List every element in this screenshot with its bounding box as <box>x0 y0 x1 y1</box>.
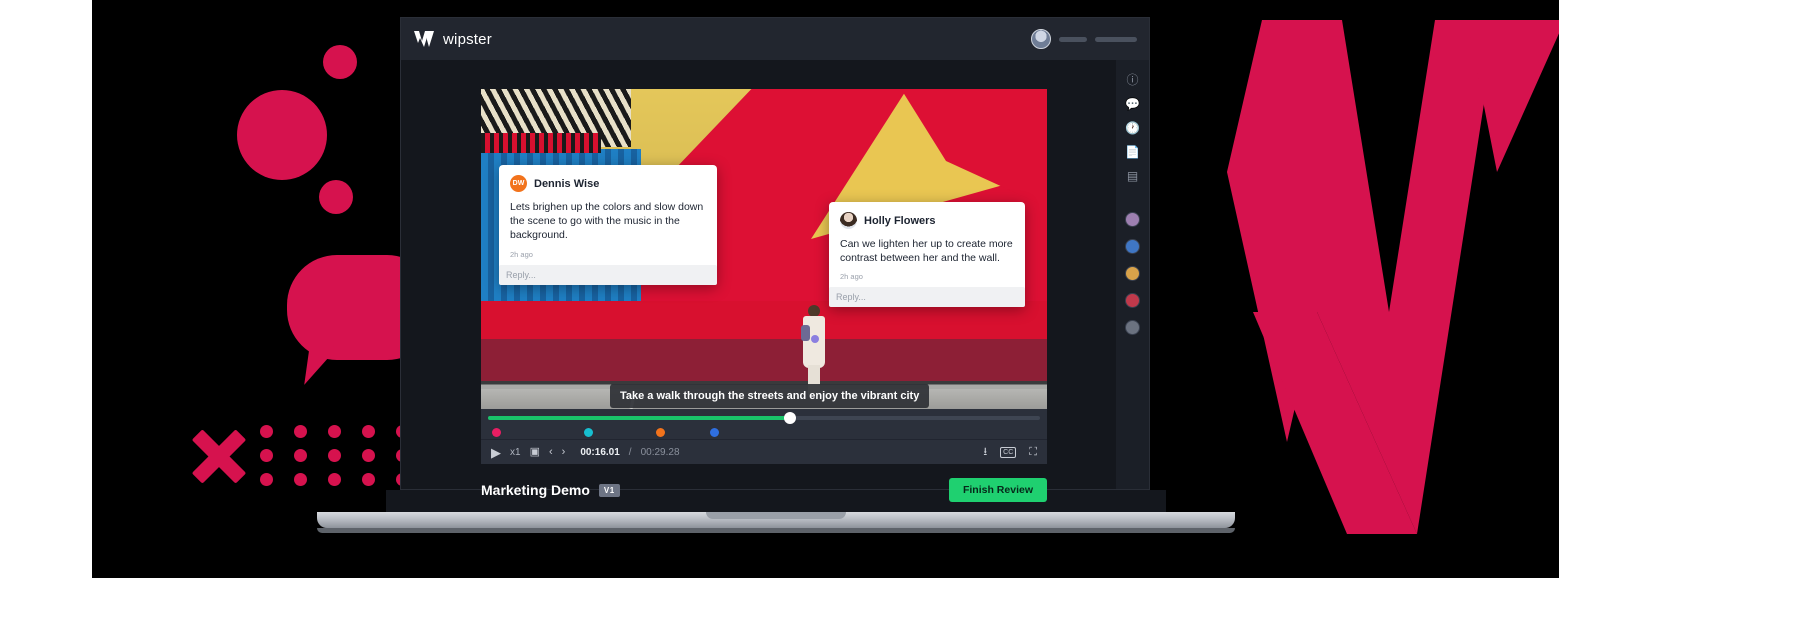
player-controls: ▶ x1 ▣ ‹ › 00:16.01 / 00:29.28 ⭳ CC ⛶ <box>481 439 1047 464</box>
collaborator-avatar-5[interactable] <box>1125 320 1140 335</box>
comment-header: DW Dennis Wise <box>510 175 706 192</box>
fullscreen-icon[interactable]: ⛶ <box>1029 446 1037 458</box>
screenshot-root: wipster ⓘ 💬 🕐 📄 ▤ DW Dennis Wise Lets br… <box>0 0 1800 624</box>
document-icon[interactable]: 📄 <box>1125 146 1140 158</box>
comment-card[interactable]: DW Dennis Wise Lets brighen up the color… <box>499 165 717 285</box>
comment-author-name: Holly Flowers <box>864 214 936 227</box>
collaborator-avatar-4[interactable] <box>1125 293 1140 308</box>
captions-icon[interactable]: ▤ <box>1127 170 1138 182</box>
timeline-scrubber-handle[interactable] <box>784 412 796 424</box>
download-icon[interactable]: ⭳ <box>983 446 987 458</box>
project-footer: Marketing Demo V1 Finish Review <box>481 472 1047 508</box>
stamp-icon[interactable]: ▣ <box>530 446 540 458</box>
comment-icon[interactable]: 💬 <box>1125 98 1140 110</box>
decor-x-mark <box>188 425 250 487</box>
video-timeline[interactable] <box>481 409 1047 439</box>
timeline-marker[interactable] <box>584 428 593 437</box>
laptop-notch <box>706 512 846 519</box>
video-canvas[interactable]: DW Dennis Wise Lets brighen up the color… <box>481 89 1047 409</box>
comment-author-avatar <box>840 212 857 229</box>
play-icon[interactable]: ▶ <box>491 446 501 459</box>
laptop-foot <box>317 528 1235 533</box>
info-icon[interactable]: ⓘ <box>1126 74 1138 86</box>
comment-timestamp: 2h ago <box>510 249 533 259</box>
decor-circle-small-top <box>323 45 357 79</box>
comment-reply-input[interactable]: Reply... <box>829 287 1025 308</box>
player-controls-left: ▶ x1 ▣ ‹ › 00:16.01 / 00:29.28 <box>491 446 680 459</box>
topbar-user-area[interactable] <box>1031 29 1137 49</box>
user-meta-placeholder <box>1095 36 1137 42</box>
finish-review-button[interactable]: Finish Review <box>948 478 1047 502</box>
decor-w-logomark <box>1167 12 1559 542</box>
decor-circle-large <box>237 90 327 180</box>
comment-header: Holly Flowers <box>840 212 1014 229</box>
right-sidebar: ⓘ 💬 🕐 📄 ▤ <box>1116 60 1149 489</box>
user-name-placeholder <box>1059 36 1087 42</box>
comment-author-avatar: DW <box>510 175 527 192</box>
time-separator: / <box>628 446 632 458</box>
comment-reply-input[interactable]: Reply... <box>499 264 717 285</box>
version-badge: V1 <box>598 483 620 497</box>
app-window: wipster ⓘ 💬 🕐 📄 ▤ DW Dennis Wise Lets br… <box>400 17 1150 502</box>
w-logo-icon <box>413 30 435 48</box>
decor-circle-small-mid <box>319 180 353 214</box>
timeline-marker[interactable] <box>710 428 719 437</box>
brand-name: wipster <box>443 30 492 48</box>
collaborator-avatar-1[interactable] <box>1125 212 1140 227</box>
next-frame-icon[interactable]: › <box>562 446 566 458</box>
app-body: ⓘ 💬 🕐 📄 ▤ DW Dennis Wise Lets brighen up… <box>401 60 1149 502</box>
comment-timestamp: 2h ago <box>840 272 863 282</box>
timeline-marker[interactable] <box>656 428 665 437</box>
total-time: 00:29.28 <box>640 446 680 458</box>
user-avatar-icon[interactable] <box>1031 29 1051 49</box>
video-player: DW Dennis Wise Lets brighen up the color… <box>481 89 1047 464</box>
clock-icon[interactable]: 🕐 <box>1125 122 1140 134</box>
video-caption: Take a walk through the streets and enjo… <box>610 384 930 408</box>
brand-logo[interactable]: wipster <box>413 30 492 48</box>
comment-card[interactable]: Holly Flowers Can we lighten her up to c… <box>829 202 1025 308</box>
player-controls-right: ⭳ CC ⛶ <box>983 446 1037 458</box>
comment-body: Can we lighten her up to create more con… <box>840 238 1013 265</box>
collaborator-avatar-2[interactable] <box>1125 239 1140 254</box>
timeline-marker[interactable] <box>492 428 501 437</box>
decorative-shapes-left <box>92 0 432 578</box>
collaborator-avatar-3[interactable] <box>1125 266 1140 281</box>
prev-frame-icon[interactable]: ‹ <box>549 446 553 458</box>
comment-body: Lets brighen up the colors and slow down… <box>510 201 704 242</box>
decor-speech-bubble-tail <box>304 343 338 389</box>
playback-speed-label[interactable]: x1 <box>510 447 521 458</box>
app-topbar: wipster <box>401 18 1149 60</box>
page-title: Marketing Demo <box>481 482 590 498</box>
comment-author-name: Dennis Wise <box>534 177 600 190</box>
closed-captions-icon[interactable]: CC <box>1000 446 1017 458</box>
timeline-progress <box>488 416 792 420</box>
current-time: 00:16.01 <box>580 446 620 458</box>
